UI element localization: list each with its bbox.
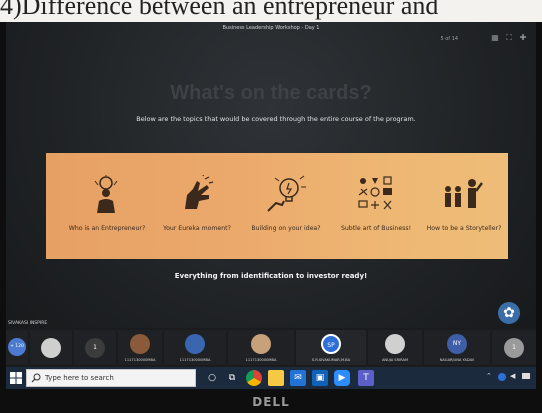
mail-icon[interactable]: ✉ (290, 370, 306, 386)
participant-avatar (385, 334, 405, 354)
participant-name: 1117130000MBA (179, 358, 211, 362)
participant-tile[interactable] (30, 330, 72, 365)
participant-name: 1117130000MBA (245, 358, 277, 362)
slide-counter: 5 of 14 (440, 36, 458, 42)
card-entrepreneur: Who is an Entrepreneur? (67, 153, 147, 259)
participant-avatar: SP (321, 334, 341, 354)
windows-start-icon[interactable] (10, 372, 22, 384)
swirl-icon[interactable]: ✿ (498, 302, 520, 324)
network-icon[interactable] (498, 373, 506, 381)
participant-avatar: 1 (504, 338, 524, 358)
cards-band: Who is an Entrepreneur? Your Eureka mome… (46, 153, 508, 259)
slide-subtitle: Below are the topics that would be cover… (136, 115, 416, 123)
card-storyteller: How to be a Storyteller? (424, 153, 504, 259)
meeting-title: Business Leadership Workshop - Day 1 (222, 25, 320, 31)
participant-tile[interactable]: 1 (74, 330, 116, 365)
grid-view-icon[interactable]: ▦ (490, 33, 500, 42)
teams-icon[interactable]: T (358, 370, 374, 386)
card-idea: Building on your idea? (246, 153, 326, 259)
participants-strip: + 120 1 1117130000MBA 1117130000MBA 1117… (6, 328, 536, 367)
business-art-icon (358, 176, 392, 210)
volume-icon[interactable]: ◀ (510, 372, 515, 380)
participant-tile[interactable]: + 120 (6, 330, 28, 365)
system-tray[interactable]: ⌃ ◀ (484, 372, 532, 384)
slide-tagline: Everything from identification to invest… (174, 272, 368, 280)
zoom-icon[interactable]: ▶ (334, 370, 350, 386)
participant-tile[interactable]: 1 (492, 330, 536, 365)
pin-icon[interactable]: ✚ (518, 33, 528, 42)
participant-avatar (185, 334, 205, 354)
presenter-label: SIVAKASI INSPIRE (8, 321, 48, 326)
fullscreen-icon[interactable]: ⛶ (504, 33, 514, 42)
card-label: Your Eureka moment? (163, 225, 231, 232)
participant-name: 1117130000MBA (124, 358, 156, 362)
card-eureka: Your Eureka moment? (157, 153, 237, 259)
participant-tile[interactable]: ANUJA SRIRAM (368, 330, 422, 365)
card-label: Who is an Entrepreneur? (68, 225, 146, 232)
search-icon (31, 373, 41, 383)
participant-avatar (41, 338, 61, 358)
battery-icon[interactable] (522, 373, 530, 379)
taskbar-search-placeholder: Type here to search (45, 374, 114, 382)
participant-avatar: + 120 (8, 338, 26, 356)
participant-tile[interactable]: NY NAGARJUNA YADAV (424, 330, 490, 365)
monitor: Business Leadership Workshop - Day 1 5 o… (0, 22, 542, 413)
chevron-up-icon[interactable]: ⌃ (486, 372, 492, 380)
caption-strip: 4)Difference between an entrepreneur and (0, 0, 542, 22)
storyteller-icon (445, 179, 483, 208)
screen: Business Leadership Workshop - Day 1 5 o… (6, 22, 536, 367)
participant-name: NAGARJUNA YADAV (439, 358, 475, 362)
participant-avatar: 1 (85, 338, 105, 358)
windows-taskbar: Type here to search ○ ⧉ ✉ ▣ ▶ T ⌃ ◀ (6, 367, 536, 389)
card-label: Building on your idea? (251, 225, 321, 232)
search-circle-icon[interactable]: ○ (204, 370, 220, 386)
caption-text: 4)Difference between an entrepreneur and (0, 0, 439, 20)
dell-logo: DELL (252, 395, 290, 409)
outlook-icon[interactable]: ▣ (312, 370, 328, 386)
card-label: Subtle art of Business! (340, 225, 412, 232)
participant-avatar (130, 334, 150, 354)
card-label: How to be a Storyteller? (426, 225, 502, 232)
idea-building-icon (267, 175, 306, 212)
entrepreneur-icon (94, 175, 118, 213)
participant-tile[interactable]: 1117130000MBA (118, 330, 162, 365)
chrome-icon[interactable] (246, 370, 262, 386)
participant-tile[interactable]: 1117130000MBA (228, 330, 294, 365)
card-business: Subtle art of Business! (336, 153, 416, 259)
slide-heading: What's on the cards? (170, 82, 372, 104)
file-explorer-icon[interactable] (268, 370, 284, 386)
participant-name: ANUJA SRIRAM (381, 358, 409, 362)
eureka-hand-icon (185, 175, 214, 209)
taskbar-search-box[interactable]: Type here to search (26, 369, 196, 387)
participant-tile[interactable]: SP S.R.SIVAKUMAR,M.BA (296, 330, 366, 365)
participant-name: S.R.SIVAKUMAR,M.BA (311, 358, 351, 362)
participant-avatar: NY (447, 334, 467, 354)
participant-avatar (251, 334, 271, 354)
participant-tile[interactable]: 1117130000MBA (164, 330, 226, 365)
task-view-icon[interactable]: ⧉ (224, 370, 240, 386)
